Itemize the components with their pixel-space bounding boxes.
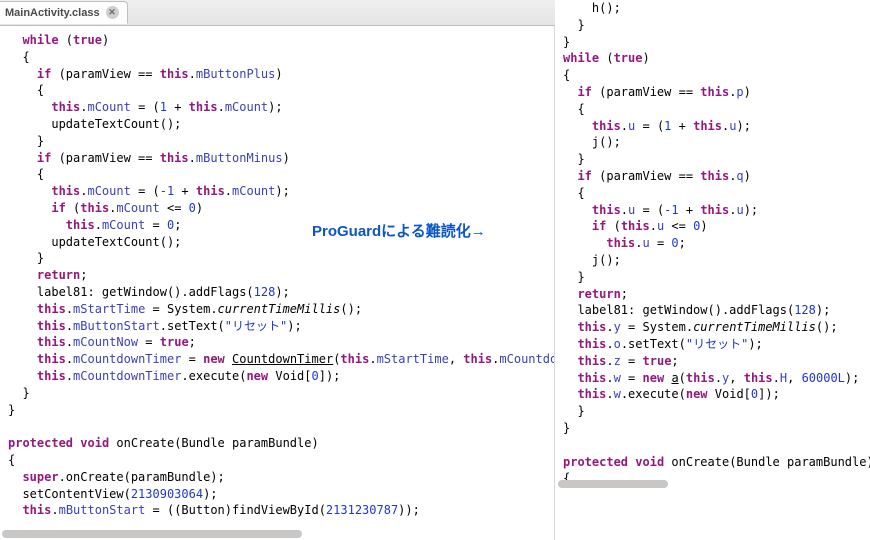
tab-label: MainActivity.class (5, 7, 100, 19)
code-obfuscated: h(); } } while (true) { if (paramView ==… (555, 0, 870, 511)
close-icon[interactable]: ✕ (106, 6, 119, 19)
horizontal-scrollbar[interactable] (558, 480, 668, 488)
code-pane-obfuscated[interactable]: h(); } } while (true) { if (paramView ==… (555, 0, 870, 540)
horizontal-scrollbar[interactable] (2, 530, 302, 538)
code-original: while (true) { if (paramView == this.mBu… (0, 26, 554, 540)
code-pane-original[interactable]: while (true) { if (paramView == this.mBu… (0, 26, 555, 540)
split-panes: while (true) { if (paramView == this.mBu… (0, 26, 870, 540)
tab-bar: MainActivity.class ✕ (0, 0, 555, 26)
proguard-annotation: ProGuardによる難読化→ (312, 220, 486, 241)
tab-mainactivity[interactable]: MainActivity.class ✕ (0, 1, 128, 24)
